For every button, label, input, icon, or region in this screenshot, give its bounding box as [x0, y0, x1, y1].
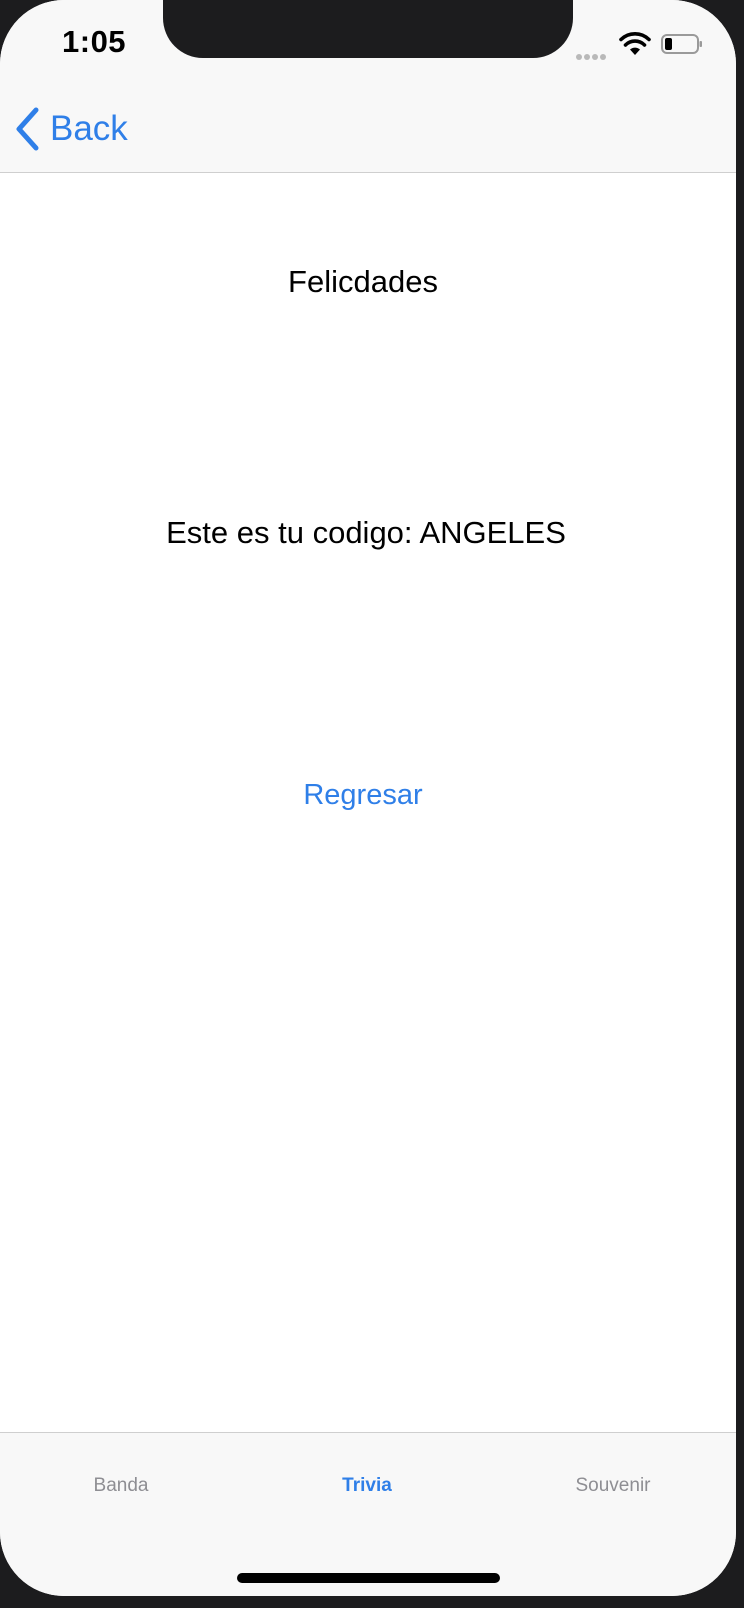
page-title: Felicdades [288, 264, 438, 299]
home-indicator[interactable] [237, 1573, 500, 1583]
chevron-left-icon [16, 107, 39, 151]
tab-banda[interactable]: Banda [41, 1475, 201, 1497]
status-time: 1:05 [62, 24, 127, 59]
cellular-signal-icon [576, 47, 612, 60]
wifi-icon [619, 32, 651, 55]
tab-bar: Banda Trivia Souvenir [0, 1432, 736, 1596]
tab-trivia[interactable]: Trivia [287, 1475, 447, 1497]
device-notch [163, 0, 573, 58]
tab-souvenir[interactable]: Souvenir [533, 1475, 693, 1497]
return-button[interactable]: Regresar [0, 779, 726, 812]
navigation-bar: Back [0, 86, 736, 173]
code-message: Este es tu codigo: ANGELES [166, 515, 566, 550]
back-button[interactable]: Back [14, 106, 128, 152]
battery-icon [661, 34, 702, 54]
back-label: Back [50, 109, 128, 148]
phone-screen: 1:05 Back Felicdades Este es tu codigo: … [0, 0, 736, 1596]
status-bar: 1:05 [0, 0, 736, 86]
